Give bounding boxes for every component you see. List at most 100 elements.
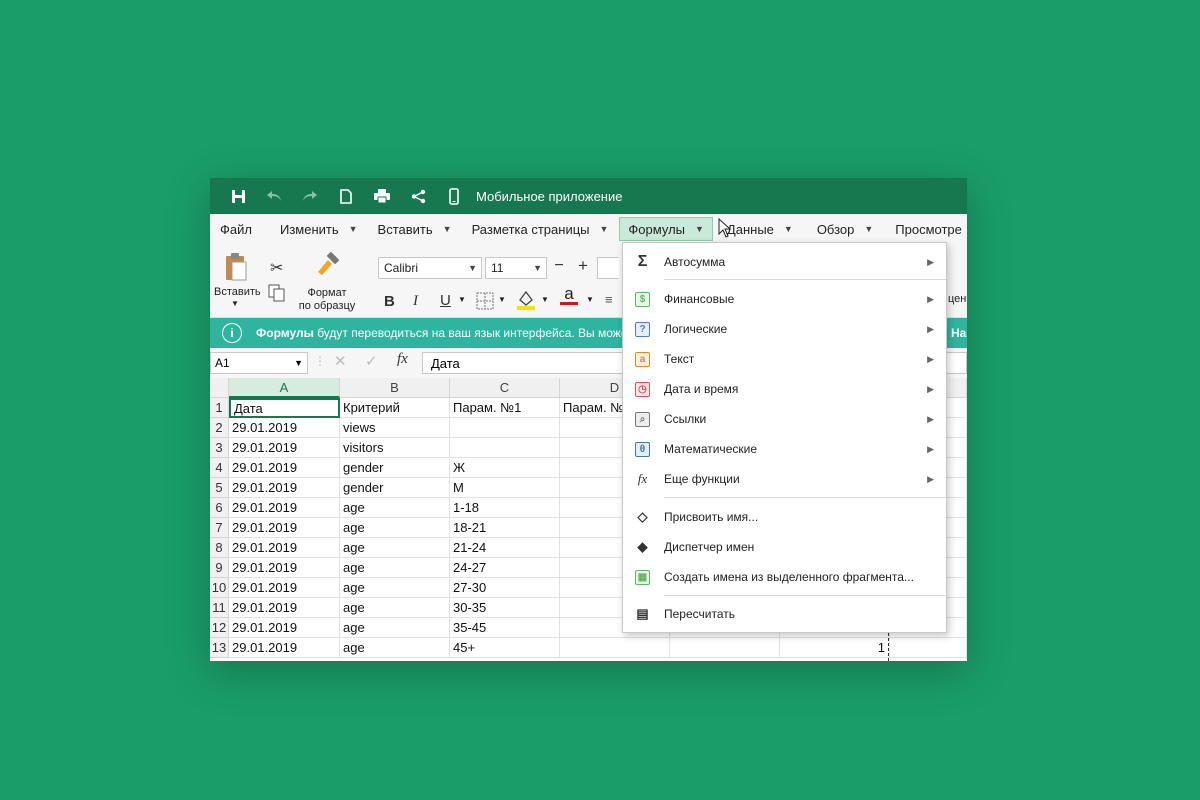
underline-button[interactable]: U [440, 292, 451, 309]
row-header[interactable]: 3 [210, 438, 229, 458]
chevron-down-icon[interactable]: ▼ [498, 295, 506, 304]
table-cell[interactable] [890, 638, 967, 658]
dropdown-item[interactable]: ? Логические ▶ [623, 314, 946, 344]
row-header[interactable]: 5 [210, 478, 229, 498]
cut-icon[interactable]: ✂ [270, 258, 283, 278]
mobile-phone-icon[interactable] [436, 178, 472, 214]
decrease-font-button[interactable]: − [550, 257, 568, 275]
align-left-icon[interactable]: ≡ [605, 292, 613, 307]
table-cell[interactable]: visitors [340, 438, 450, 458]
table-cell[interactable]: 18-21 [450, 518, 560, 538]
table-cell[interactable]: age [340, 518, 450, 538]
borders-icon[interactable] [476, 292, 494, 313]
dropdown-item[interactable]: ◆ Диспетчер имен [623, 532, 946, 562]
column-header-b[interactable]: B [340, 378, 450, 398]
table-cell[interactable]: age [340, 578, 450, 598]
table-cell[interactable]: 30-35 [450, 598, 560, 618]
active-cell[interactable]: Дата [229, 398, 340, 418]
share-icon[interactable] [400, 178, 436, 214]
table-cell[interactable]: 29.01.2019 [229, 598, 340, 618]
table-cell[interactable]: age [340, 598, 450, 618]
table-cell[interactable]: 29.01.2019 [229, 518, 340, 538]
select-all-corner[interactable] [210, 378, 229, 398]
row-header[interactable]: 8 [210, 538, 229, 558]
dropdown-item[interactable]: θ Математические ▶ [623, 434, 946, 464]
row-header[interactable]: 6 [210, 498, 229, 518]
menu-view[interactable]: Просмотре [887, 217, 967, 241]
table-cell[interactable]: 29.01.2019 [229, 478, 340, 498]
row-header[interactable]: 2 [210, 418, 229, 438]
row-header[interactable]: 7 [210, 518, 229, 538]
table-cell[interactable]: 24-27 [450, 558, 560, 578]
table-cell[interactable]: 29.01.2019 [229, 498, 340, 518]
chevron-down-icon[interactable]: ▼ [586, 295, 594, 304]
table-cell[interactable] [560, 638, 670, 658]
row-header[interactable]: 11 [210, 598, 229, 618]
table-cell[interactable]: age [340, 498, 450, 518]
chevron-down-icon[interactable]: ▼ [458, 295, 466, 304]
menu-edit[interactable]: Изменить ▼ [272, 217, 366, 241]
table-cell[interactable]: 21-24 [450, 538, 560, 558]
font-size-select[interactable]: 11 ▼ [485, 257, 547, 279]
dropdown-item[interactable]: fx Еще функции ▶ [623, 464, 946, 494]
table-cell[interactable]: age [340, 558, 450, 578]
row-header[interactable]: 10 [210, 578, 229, 598]
table-cell[interactable]: 1 [780, 638, 890, 658]
format-painter-icon[interactable] [314, 252, 340, 279]
chevron-down-icon[interactable]: ▼ [541, 295, 549, 304]
table-cell[interactable]: age [340, 618, 450, 638]
row-header[interactable]: 9 [210, 558, 229, 578]
menu-page-layout[interactable]: Разметка страницы ▼ [464, 217, 617, 241]
dropdown-item[interactable]: ◷ Дата и время ▶ [623, 374, 946, 404]
row-header[interactable]: 12 [210, 618, 229, 638]
menu-insert[interactable]: Вставить ▼ [370, 217, 460, 241]
table-cell[interactable]: 29.01.2019 [229, 538, 340, 558]
table-cell[interactable]: 27-30 [450, 578, 560, 598]
table-cell[interactable]: 45+ [450, 638, 560, 658]
table-cell[interactable]: Критерий [340, 398, 450, 418]
format-painter-button[interactable]: Формат по образцу [298, 287, 356, 313]
row-header[interactable]: 13 [210, 638, 229, 658]
dropdown-item[interactable]: $ Финансовые ▶ [623, 284, 946, 314]
row-header[interactable]: 1 [210, 398, 229, 418]
table-cell[interactable]: gender [340, 478, 450, 498]
font-color-button[interactable]: a [560, 285, 578, 305]
fx-icon[interactable]: fx [397, 351, 408, 368]
paste-icon[interactable] [224, 252, 248, 282]
align-box[interactable] [597, 257, 619, 279]
dropdown-item[interactable]: ◇ Присвоить имя... [623, 502, 946, 532]
table-cell[interactable]: 29.01.2019 [229, 578, 340, 598]
dropdown-item[interactable]: a Текст ▶ [623, 344, 946, 374]
dropdown-item[interactable]: Σ Автосумма ▶ [623, 247, 946, 277]
font-name-select[interactable]: Calibri ▼ [378, 257, 482, 279]
table-cell[interactable]: 29.01.2019 [229, 618, 340, 638]
italic-button[interactable]: I [413, 293, 418, 310]
table-cell[interactable]: 1-18 [450, 498, 560, 518]
table-cell[interactable]: gender [340, 458, 450, 478]
menu-review[interactable]: Обзор ▼ [809, 217, 881, 241]
table-cell[interactable]: Парам. №1 [450, 398, 560, 418]
fill-color-icon[interactable] [516, 288, 536, 313]
notification-action-link[interactable]: Нас [951, 326, 967, 340]
table-cell[interactable]: 29.01.2019 [229, 418, 340, 438]
table-cell[interactable]: age [340, 638, 450, 658]
table-cell[interactable]: 29.01.2019 [229, 458, 340, 478]
paste-button[interactable]: Вставить [214, 286, 261, 298]
dropdown-item[interactable]: ▦ Создать имена из выделенного фрагмента.… [623, 562, 946, 592]
column-header-c[interactable]: C [450, 378, 560, 398]
table-cell[interactable]: 29.01.2019 [229, 438, 340, 458]
menu-file[interactable]: Файл [212, 217, 260, 241]
save-icon[interactable] [220, 178, 256, 214]
cancel-icon[interactable]: ✕ [334, 352, 347, 370]
table-cell[interactable] [670, 638, 780, 658]
dropdown-item[interactable]: ⌕ Ссылки ▶ [623, 404, 946, 434]
print-icon[interactable] [364, 178, 400, 214]
table-cell[interactable]: 29.01.2019 [229, 638, 340, 658]
table-cell[interactable]: М [450, 478, 560, 498]
new-document-icon[interactable] [328, 178, 364, 214]
table-cell[interactable]: views [340, 418, 450, 438]
chevron-down-icon[interactable]: ▼ [231, 299, 239, 308]
confirm-icon[interactable]: ✓ [365, 352, 378, 370]
more-options-icon[interactable]: ⋮ [314, 354, 326, 368]
table-cell[interactable] [450, 438, 560, 458]
